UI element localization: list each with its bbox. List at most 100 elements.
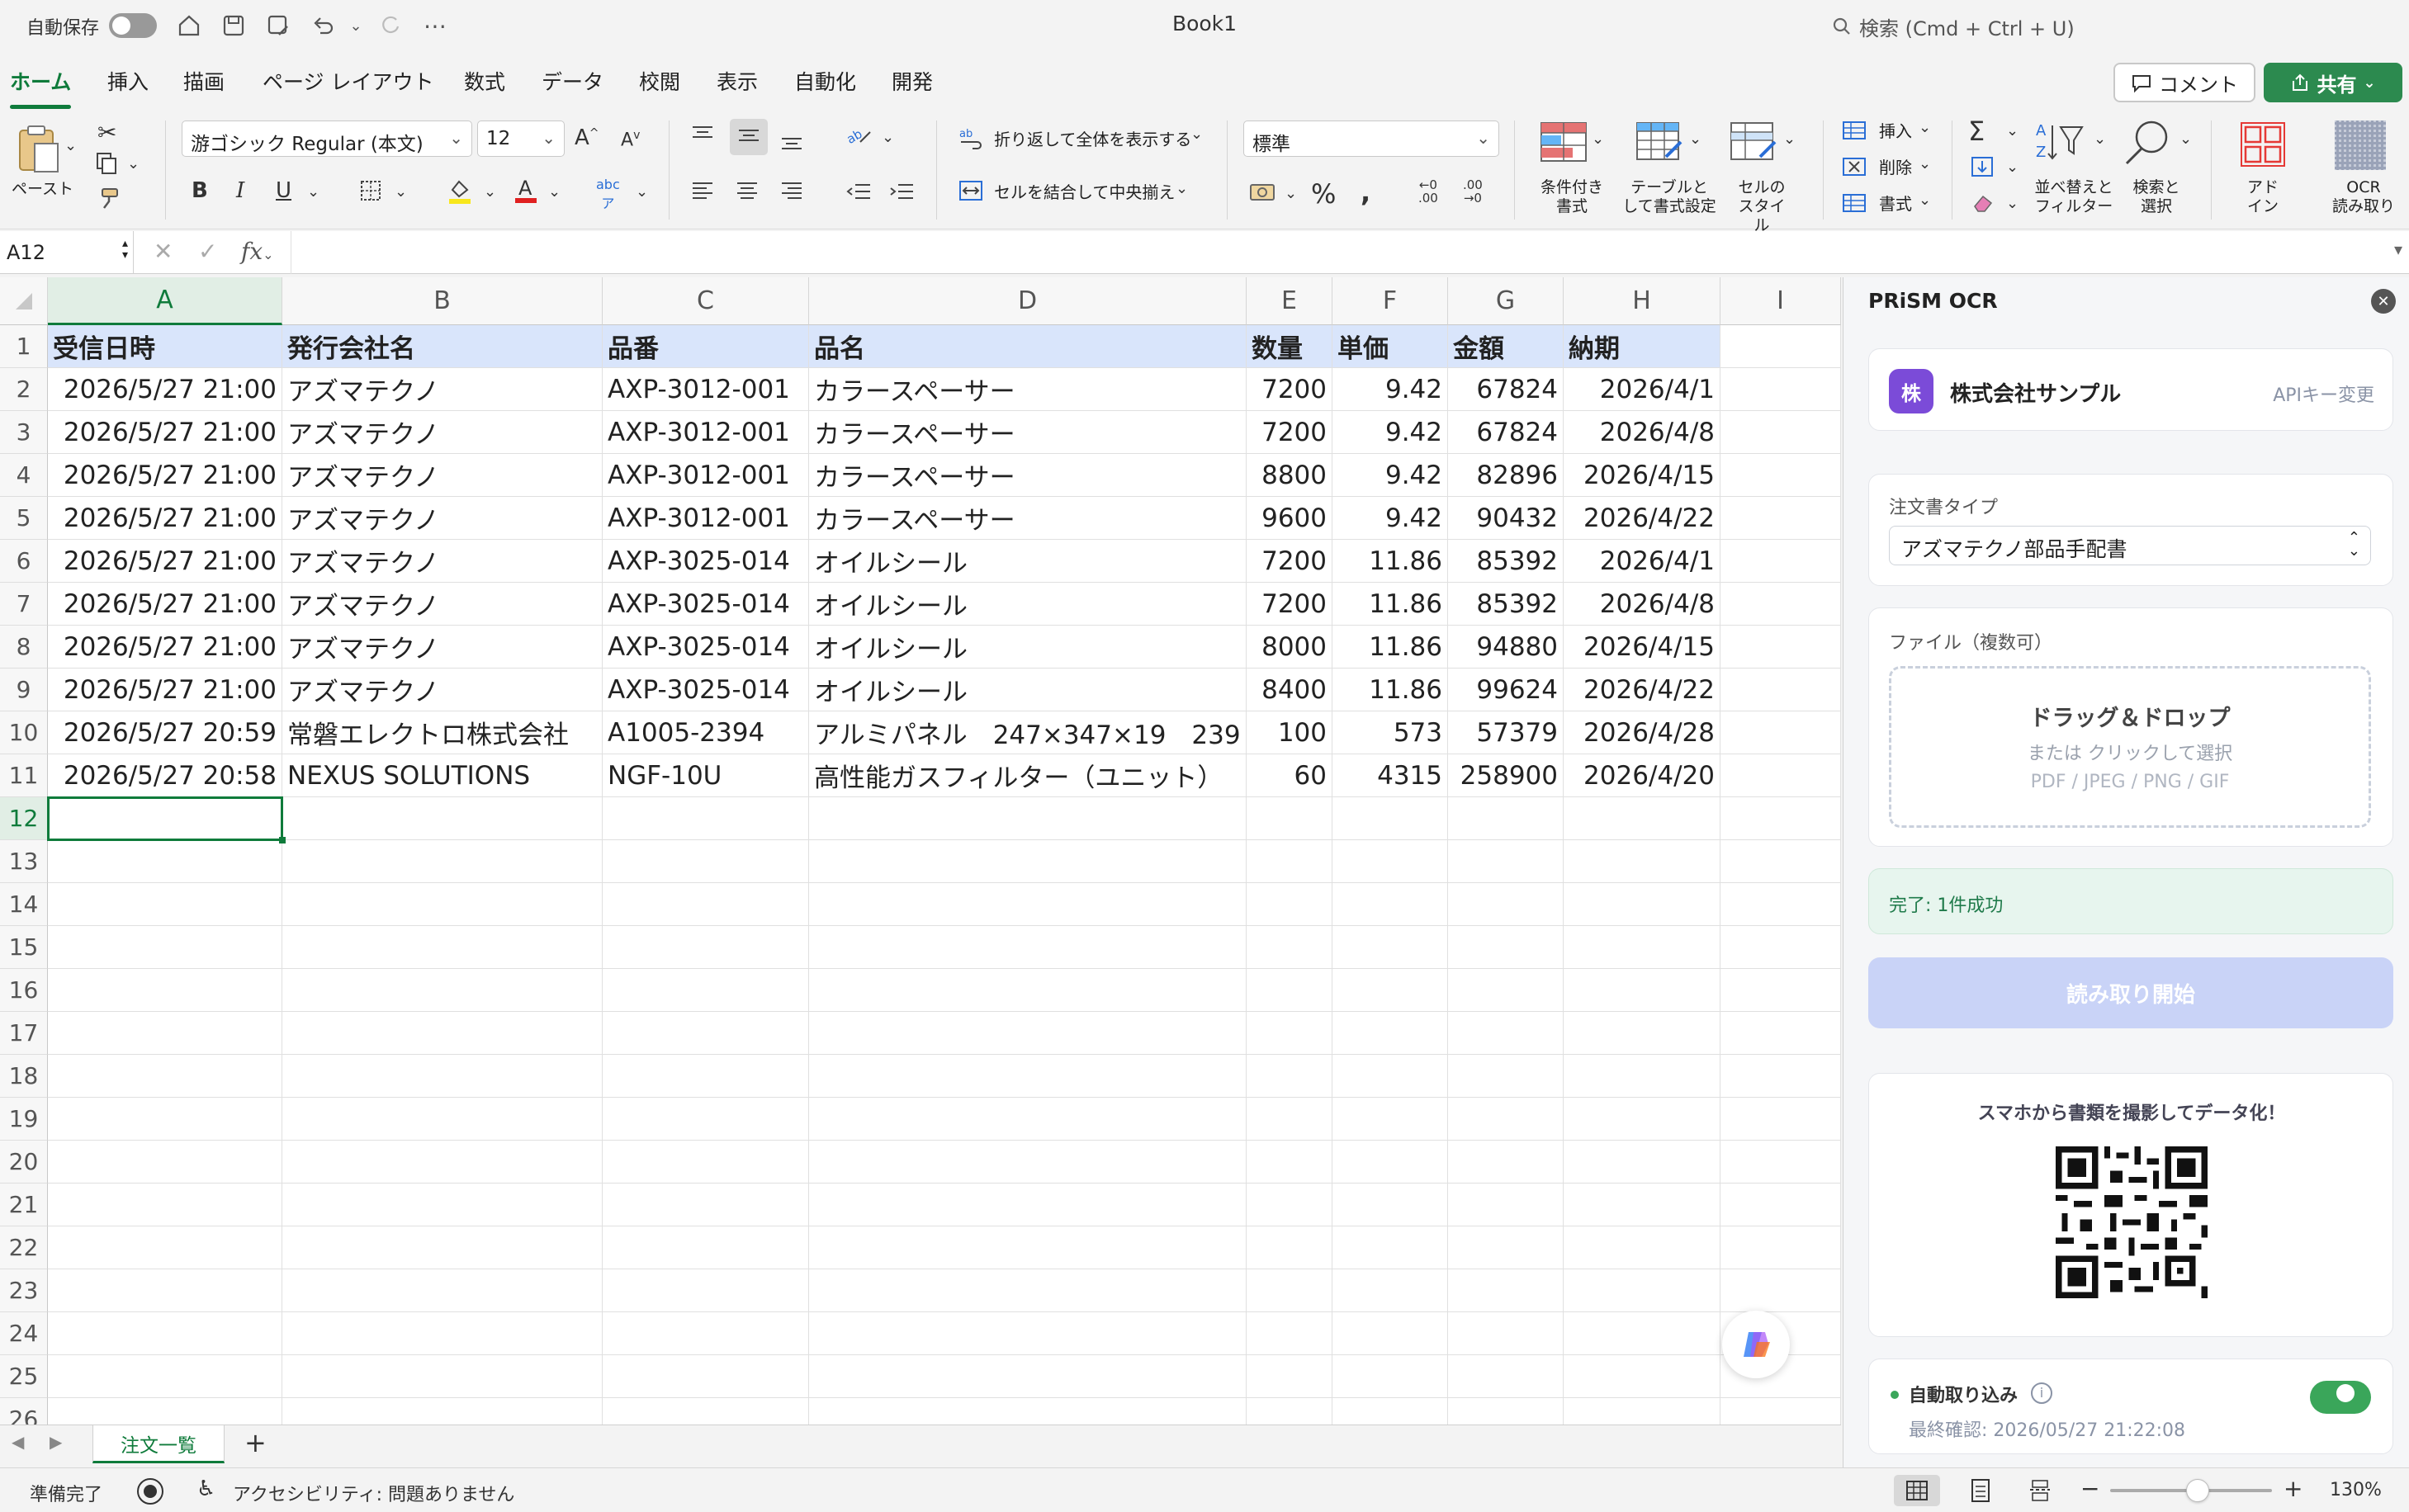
grid-cell[interactable]: [1247, 1226, 1332, 1269]
grid-cell[interactable]: [1720, 1012, 1841, 1055]
grid-cell[interactable]: [603, 1184, 809, 1226]
api-key-change-link[interactable]: APIキー変更: [2273, 380, 2374, 407]
grid-cell[interactable]: [1448, 969, 1564, 1012]
grid-cell[interactable]: [1720, 1269, 1841, 1312]
row-header[interactable]: 1: [0, 325, 48, 368]
grid-cell[interactable]: 7200: [1247, 540, 1332, 583]
grid-cell[interactable]: [282, 1398, 603, 1425]
grid-cell[interactable]: [1564, 883, 1720, 926]
grid-cell[interactable]: 2026/4/15: [1564, 626, 1720, 669]
copy-dropdown-icon[interactable]: ⌄: [127, 155, 140, 172]
cell-styles-dropdown-icon[interactable]: ⌄: [1783, 130, 1796, 148]
grid-cell[interactable]: 2026/4/15: [1564, 454, 1720, 497]
grid-cell[interactable]: アズマテクノ: [282, 583, 603, 626]
grid-cell[interactable]: [1332, 1269, 1448, 1312]
wrap-text-icon[interactable]: ab: [958, 125, 984, 156]
grid-cell[interactable]: [1720, 626, 1841, 669]
paste-icon[interactable]: [15, 124, 61, 181]
grid-cell[interactable]: [1564, 1184, 1720, 1226]
column-header-a[interactable]: A: [48, 277, 282, 325]
conditional-format-dropdown-icon[interactable]: ⌄: [1592, 130, 1604, 148]
grid-cell[interactable]: 2026/5/27 21:00: [48, 454, 282, 497]
grid-cell[interactable]: [603, 883, 809, 926]
grid-cell[interactable]: [1720, 1141, 1841, 1184]
grid-cell[interactable]: [282, 1184, 603, 1226]
decrease-font-icon[interactable]: Av: [621, 129, 640, 150]
row-header[interactable]: 18: [0, 1055, 48, 1098]
grid-cell[interactable]: [1564, 969, 1720, 1012]
grid-cell[interactable]: [282, 1312, 603, 1355]
merge-center-icon[interactable]: [958, 178, 984, 209]
tab-review[interactable]: 校閲: [639, 66, 680, 96]
row-header[interactable]: 16: [0, 969, 48, 1012]
header-cell[interactable]: 発行会社名: [282, 325, 603, 368]
row-header[interactable]: 22: [0, 1226, 48, 1269]
grid-cell[interactable]: [282, 926, 603, 969]
grid-cell[interactable]: [282, 883, 603, 926]
autosum-dropdown-icon[interactable]: ⌄: [2006, 122, 2019, 139]
grid-cell[interactable]: [809, 1184, 1247, 1226]
share-button[interactable]: 共有 ⌄: [2264, 63, 2402, 102]
grid-cell[interactable]: [1564, 1269, 1720, 1312]
increase-indent-icon[interactable]: [888, 180, 915, 209]
header-cell[interactable]: 品名: [809, 325, 1247, 368]
prev-sheet-icon[interactable]: ◀: [12, 1432, 24, 1452]
grid-cell[interactable]: AXP-3025-014: [603, 669, 809, 711]
increase-font-icon[interactable]: A^: [575, 125, 599, 150]
grid-cell[interactable]: [48, 1355, 282, 1398]
grid-cell[interactable]: [1448, 1355, 1564, 1398]
accessibility-icon[interactable]: ♿: [196, 1477, 215, 1501]
grid-cell[interactable]: 高性能ガスフィルター（ユニット）: [809, 754, 1247, 797]
grid-cell[interactable]: [1332, 1184, 1448, 1226]
grid-cell[interactable]: 9.42: [1332, 497, 1448, 540]
accounting-dropdown-icon[interactable]: ⌄: [1285, 185, 1297, 202]
grid-cell[interactable]: 9.42: [1332, 411, 1448, 454]
number-format-select[interactable]: 標準 ⌄: [1243, 120, 1499, 157]
grid-cell[interactable]: [809, 840, 1247, 883]
column-header-b[interactable]: B: [282, 277, 603, 325]
grid-cell[interactable]: [1720, 669, 1841, 711]
grid-cell[interactable]: [282, 797, 603, 840]
grid-cell[interactable]: [1720, 1226, 1841, 1269]
grid-cell[interactable]: [1332, 1226, 1448, 1269]
grid-cell[interactable]: 67824: [1448, 368, 1564, 411]
paste-dropdown-icon[interactable]: ⌄: [64, 137, 77, 154]
grid-cell[interactable]: [809, 926, 1247, 969]
grid-cell[interactable]: [282, 1098, 603, 1141]
grid-cell[interactable]: 7200: [1247, 411, 1332, 454]
grid-cell[interactable]: [1247, 1269, 1332, 1312]
grid-cell[interactable]: 85392: [1448, 583, 1564, 626]
grid-cell[interactable]: [1564, 1098, 1720, 1141]
font-color-dropdown-icon[interactable]: ⌄: [548, 183, 561, 201]
cell-styles-icon[interactable]: [1729, 120, 1778, 169]
orientation-dropdown-icon[interactable]: ⌄: [882, 129, 894, 146]
grid-cell[interactable]: [603, 1012, 809, 1055]
font-size-select[interactable]: 12 ⌄: [477, 120, 565, 157]
grid-cell[interactable]: 2026/4/1: [1564, 540, 1720, 583]
bold-icon[interactable]: B: [192, 178, 208, 203]
grid-cell[interactable]: [1247, 797, 1332, 840]
grid-cell[interactable]: 2026/5/27 21:00: [48, 540, 282, 583]
macro-record-icon[interactable]: [137, 1478, 163, 1505]
grid-cell[interactable]: [1564, 1055, 1720, 1098]
grid-cell[interactable]: [1720, 883, 1841, 926]
increase-decimal-icon[interactable]: ←0.00: [1418, 178, 1438, 205]
grid-cell[interactable]: [809, 1012, 1247, 1055]
grid-cell[interactable]: [1448, 1012, 1564, 1055]
grid-cell[interactable]: [603, 1312, 809, 1355]
italic-icon[interactable]: I: [236, 178, 244, 203]
delete-cells-label[interactable]: 削除: [1879, 158, 1912, 177]
row-header[interactable]: 6: [0, 540, 48, 583]
grid-cell[interactable]: [603, 1355, 809, 1398]
phonetic-dropdown-icon[interactable]: ⌄: [636, 183, 648, 201]
grid-cell[interactable]: 8000: [1247, 626, 1332, 669]
grid-cell[interactable]: 82896: [1448, 454, 1564, 497]
header-cell[interactable]: 受信日時: [48, 325, 282, 368]
ocr-label[interactable]: OCR 読み取り: [2328, 178, 2399, 216]
grid-cell[interactable]: 2026/4/20: [1564, 754, 1720, 797]
info-icon[interactable]: i: [2031, 1382, 2052, 1404]
grid-cell[interactable]: 2026/5/27 21:00: [48, 411, 282, 454]
grid-cell[interactable]: AXP-3025-014: [603, 540, 809, 583]
grid-cell[interactable]: [1247, 926, 1332, 969]
grid-cell[interactable]: [48, 1055, 282, 1098]
